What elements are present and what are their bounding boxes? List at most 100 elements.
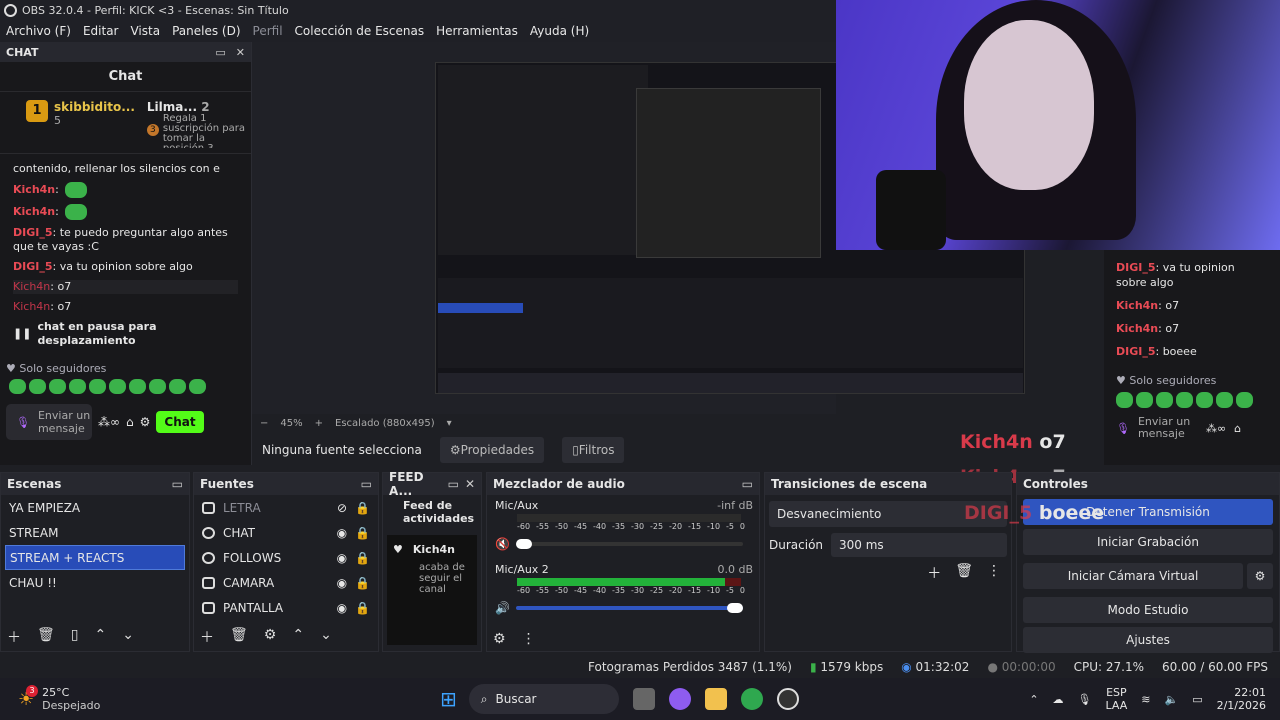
- chat-paused-notice[interactable]: ❚❚ chat en pausa para desplazamiento: [13, 320, 238, 348]
- source-item[interactable]: PANTALLA ◉ 🔒: [194, 595, 378, 620]
- chevron-down-icon[interactable]: ⌄: [122, 627, 134, 647]
- gear-icon[interactable]: ⚙: [493, 631, 506, 647]
- menu-coleccion[interactable]: Colección de Escenas: [295, 24, 425, 38]
- store-icon[interactable]: ⌂: [126, 415, 134, 429]
- lock-icon[interactable]: 🔒: [355, 501, 370, 515]
- close-icon[interactable]: ✕: [236, 46, 245, 59]
- leaderboard-entry[interactable]: 1 skibbidito... 5: [26, 100, 135, 153]
- properties-button[interactable]: ⚙Propiedades: [439, 437, 545, 463]
- chevron-down-icon[interactable]: ▾: [447, 418, 452, 429]
- chrome-icon[interactable]: [740, 688, 763, 710]
- trash-icon[interactable]: 🗑: [955, 563, 973, 583]
- leaderboard-entry[interactable]: Lilma... 2 3 Regala 1 suscripción para t…: [146, 100, 247, 153]
- emote-icon[interactable]: [29, 379, 46, 394]
- source-item[interactable]: LETRA ⊘ 🔒: [194, 495, 378, 520]
- volume-knob[interactable]: [515, 539, 532, 549]
- add-icon[interactable]: ＋: [7, 627, 21, 647]
- message-user[interactable]: DIGI_5: [13, 226, 53, 239]
- mic-icon[interactable]: 🎙: [16, 416, 30, 429]
- scene-item[interactable]: YA EMPIEZA: [1, 495, 189, 520]
- emote-icon[interactable]: [169, 379, 186, 394]
- chevron-down-icon[interactable]: ⌄: [320, 627, 332, 647]
- volume-icon[interactable]: 🔈: [1164, 693, 1178, 706]
- wifi-icon[interactable]: ≋: [1141, 693, 1150, 706]
- emote-icon[interactable]: [149, 379, 166, 394]
- menu-paneles[interactable]: Paneles (D): [172, 24, 240, 38]
- gear-icon[interactable]: ⚙: [140, 415, 151, 429]
- weather-widget[interactable]: ☀ 3 25°C Despejado: [0, 684, 440, 712]
- menu-dots-icon[interactable]: ⋮: [522, 631, 536, 647]
- chat-send-button[interactable]: Chat: [156, 411, 204, 433]
- scene-item[interactable]: CHAU !!: [1, 570, 189, 595]
- undock-icon[interactable]: ▭: [172, 477, 183, 491]
- emote-icon[interactable]: [49, 379, 66, 394]
- add-icon[interactable]: ＋: [927, 563, 941, 583]
- message-user[interactable]: Kich4n: [13, 300, 50, 313]
- emote-icon[interactable]: [89, 379, 106, 394]
- menu-ayuda[interactable]: Ayuda (H): [530, 24, 589, 38]
- emote-icon[interactable]: [9, 379, 26, 394]
- emote-icon[interactable]: [109, 379, 126, 394]
- chat-input[interactable]: 🎙 Enviar un mensaje: [6, 404, 92, 440]
- source-item[interactable]: CHAT ◉ 🔒: [194, 520, 378, 545]
- source-item[interactable]: CAMARA ◉ 🔒: [194, 570, 378, 595]
- menu-perfil[interactable]: Perfil: [253, 24, 283, 38]
- task-view-icon[interactable]: [632, 688, 655, 710]
- emote-icon[interactable]: [69, 379, 86, 394]
- source-item[interactable]: FOLLOWS ◉ 🔒: [194, 545, 378, 570]
- close-icon[interactable]: ✕: [465, 477, 475, 491]
- eye-icon[interactable]: ◉: [337, 551, 347, 565]
- emote-icon[interactable]: [189, 379, 206, 394]
- copilot-icon[interactable]: [668, 688, 691, 710]
- filters-button[interactable]: ▯Filtros: [562, 437, 625, 463]
- scene-item-selected[interactable]: STREAM + REACTS: [5, 545, 185, 570]
- settings-button[interactable]: Ajustes: [1023, 627, 1273, 653]
- message-user[interactable]: Kich4n: [13, 183, 55, 196]
- undock-icon[interactable]: ▭: [742, 477, 753, 491]
- undock-icon[interactable]: ▭: [215, 46, 225, 59]
- gear-icon[interactable]: ⚙: [264, 627, 277, 647]
- message-user[interactable]: Kich4n: [13, 280, 50, 293]
- filter-icon[interactable]: ▯: [71, 627, 79, 647]
- studio-mode-button[interactable]: Modo Estudio: [1023, 597, 1273, 623]
- chevron-up-icon[interactable]: ⌃: [95, 627, 107, 647]
- lock-icon[interactable]: 🔒: [355, 526, 370, 540]
- lock-icon[interactable]: 🔒: [355, 601, 370, 615]
- add-icon[interactable]: ＋: [200, 627, 214, 647]
- menu-vista[interactable]: Vista: [130, 24, 160, 38]
- eye-hidden-icon[interactable]: ⊘: [337, 501, 347, 515]
- file-explorer-icon[interactable]: [704, 688, 727, 710]
- battery-icon[interactable]: ▭: [1192, 693, 1202, 706]
- duration-input[interactable]: 300 ms: [831, 533, 1007, 557]
- taskbar-search[interactable]: ⌕ Buscar: [468, 684, 619, 714]
- chevron-up-icon[interactable]: ⌃: [292, 627, 304, 647]
- speaker-icon[interactable]: 🔊: [495, 601, 510, 615]
- menu-dots-icon[interactable]: ⋮: [987, 563, 1001, 583]
- mic-icon[interactable]: 🎙: [1078, 693, 1092, 706]
- emote-icon[interactable]: [129, 379, 146, 394]
- users-icon[interactable]: ⁂∞: [98, 415, 120, 429]
- lock-icon[interactable]: 🔒: [355, 576, 370, 590]
- trash-icon[interactable]: 🗑: [230, 627, 248, 647]
- cloud-icon[interactable]: ☁: [1053, 693, 1064, 706]
- muted-speaker-icon[interactable]: 🔇: [495, 537, 510, 551]
- menu-editar[interactable]: Editar: [83, 24, 119, 38]
- gear-icon[interactable]: ⚙: [1247, 563, 1273, 589]
- eye-icon[interactable]: ◉: [337, 526, 347, 540]
- eye-icon[interactable]: ◉: [337, 576, 347, 590]
- undock-icon[interactable]: ▭: [361, 477, 372, 491]
- start-recording-button[interactable]: Iniciar Grabación: [1023, 529, 1273, 555]
- zoom-out-button[interactable]: −: [260, 418, 268, 429]
- volume-slider[interactable]: [515, 603, 743, 613]
- menu-archivo[interactable]: Archivo (F): [6, 24, 71, 38]
- windows-start-icon[interactable]: ⊞: [440, 687, 457, 711]
- virtual-camera-button[interactable]: Iniciar Cámara Virtual: [1023, 563, 1243, 589]
- clock[interactable]: 22:01 2/1/2026: [1217, 686, 1266, 712]
- message-user[interactable]: DIGI_5: [13, 260, 53, 273]
- volume-slider[interactable]: [515, 539, 743, 549]
- chevron-up-icon[interactable]: ⌃: [1029, 693, 1038, 706]
- language-indicator[interactable]: ESP LAA: [1106, 686, 1128, 712]
- scale-label[interactable]: Escalado (880x495): [335, 418, 435, 429]
- message-user[interactable]: Kich4n: [13, 205, 55, 218]
- zoom-in-button[interactable]: +: [315, 418, 323, 429]
